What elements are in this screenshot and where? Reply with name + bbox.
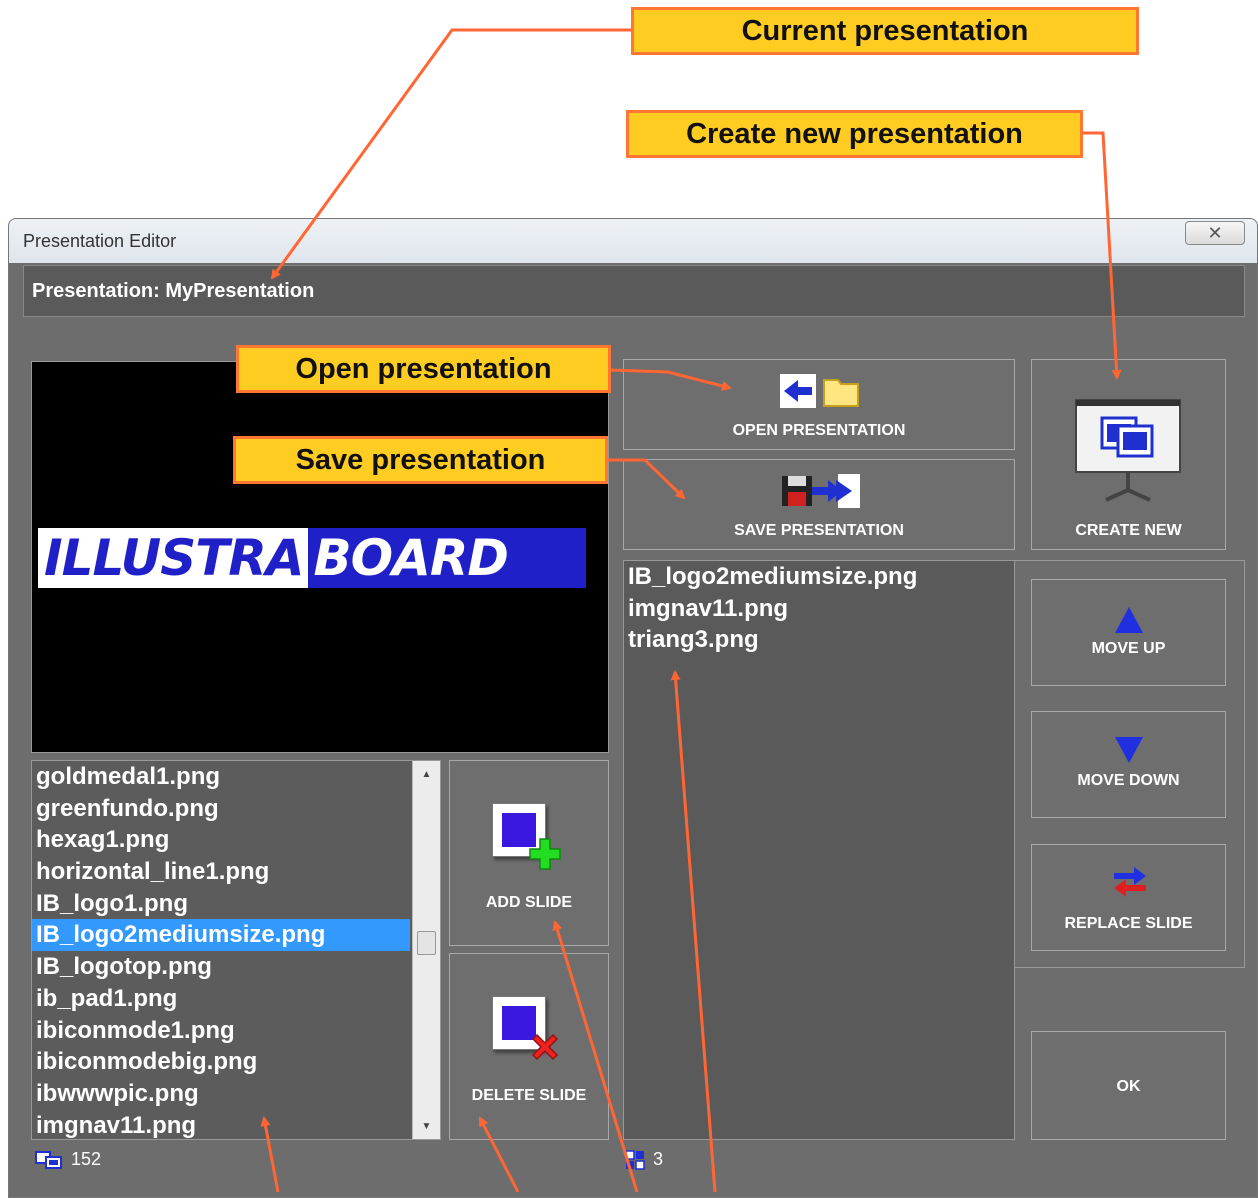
ok-button[interactable]: OK (1031, 1031, 1226, 1140)
callout-create-new-presentation: Create new presentation (626, 110, 1083, 158)
save-presentation-button[interactable]: SAVE PRESENTATION (623, 459, 1015, 550)
open-folder-icon (780, 374, 859, 408)
close-icon: ✕ (1207, 222, 1223, 243)
current-presentation-label: Presentation: MyPresentation (32, 280, 315, 302)
slide-preview: ILLUSTRA BOARD (31, 361, 609, 753)
file-list-item[interactable]: hexag1.png (32, 824, 440, 856)
window-title: Presentation Editor (23, 231, 177, 251)
delete-slide-icon (492, 996, 559, 1061)
swap-arrows-icon (1114, 867, 1146, 897)
file-list-item[interactable]: IB_logotop.png (32, 951, 440, 983)
add-slide-icon (492, 803, 561, 870)
add-slide-label: ADD SLIDE (485, 894, 573, 911)
move-down-button[interactable]: MOVE DOWN (1031, 711, 1226, 818)
presentation-board-icon (1075, 399, 1181, 502)
replace-slide-button[interactable]: REPLACE SLIDE (1031, 844, 1226, 951)
delete-slide-label: DELETE SLIDE (471, 1087, 587, 1104)
save-presentation-label: SAVE PRESENTATION (734, 522, 904, 539)
open-presentation-label: OPEN PRESENTATION (732, 422, 906, 439)
presentation-slide-list[interactable]: IB_logo2mediumsize.png imgnav11.png triang… (623, 560, 1015, 1140)
add-slide-button[interactable]: ADD SLIDE (449, 760, 609, 946)
slide-list-items: IB_logo2mediumsize.png imgnav11.png triang… (624, 561, 1014, 656)
delete-slide-button[interactable]: DELETE SLIDE (449, 953, 609, 1140)
save-disk-icon (782, 474, 860, 508)
callout-save-presentation: Save presentation (233, 436, 608, 484)
callout-open-presentation: Open presentation (236, 345, 611, 393)
move-up-button[interactable]: MOVE UP (1031, 579, 1226, 686)
file-list-item[interactable]: ib_pad1.png (32, 983, 440, 1015)
image-file-list[interactable]: goldmedal1.png greenfundo.png hexag1.png ho… (31, 760, 441, 1140)
file-list-item[interactable]: imgnav11.png (32, 1110, 440, 1139)
file-list-item[interactable]: greenfundo.png (32, 793, 440, 825)
slide-list-item[interactable]: triang3.png (624, 624, 1014, 656)
logo-part-2: BOARD (307, 528, 586, 588)
slide-list-item[interactable]: IB_logo2mediumsize.png (624, 561, 1014, 593)
scroll-thumb[interactable] (417, 931, 436, 955)
move-down-label: MOVE DOWN (1077, 772, 1180, 789)
preview-logo: ILLUSTRA BOARD (38, 528, 586, 588)
callout-current-presentation: Current presentation (631, 7, 1139, 55)
file-list-item[interactable]: ibiconmode1.png (32, 1015, 440, 1047)
slide-count: 3 (653, 1149, 664, 1169)
file-list-item[interactable]: ibwwwpic.png (32, 1078, 440, 1110)
file-list-item[interactable]: ibiconmodebig.png (32, 1046, 440, 1078)
file-count-status: 152 (35, 1149, 101, 1170)
create-new-button[interactable]: CREATE NEW (1031, 359, 1226, 550)
file-list-item[interactable]: IB_logo2mediumsize.png (32, 919, 410, 952)
scroll-up-arrow-icon[interactable]: ▲ (413, 763, 440, 785)
create-new-label: CREATE NEW (1075, 522, 1182, 539)
presentation-editor-window: Presentation Editor ✕ Presentation: MyPr… (8, 218, 1258, 1198)
scroll-down-arrow-icon[interactable]: ▼ (413, 1115, 440, 1137)
grid-icon (625, 1149, 645, 1170)
file-list-item[interactable]: IB_logo1.png (32, 888, 440, 920)
file-list-item[interactable]: horizontal_line1.png (32, 856, 440, 888)
title-bar: Presentation Editor ✕ (9, 219, 1257, 263)
logo-part-1: ILLUSTRA (38, 528, 308, 588)
close-button[interactable]: ✕ (1185, 221, 1245, 245)
arrow-up-icon (1115, 607, 1143, 633)
slide-list-item[interactable]: imgnav11.png (624, 593, 1014, 625)
file-list-items: goldmedal1.png greenfundo.png hexag1.png ho… (32, 761, 440, 1139)
slide-count-status: 3 (625, 1149, 663, 1170)
open-presentation-button[interactable]: OPEN PRESENTATION (623, 359, 1015, 450)
file-count: 152 (71, 1149, 102, 1169)
arrow-down-icon (1115, 737, 1143, 763)
slides-icon (35, 1150, 62, 1169)
move-up-label: MOVE UP (1091, 640, 1166, 657)
file-list-item[interactable]: goldmedal1.png (32, 761, 440, 793)
replace-slide-label: REPLACE SLIDE (1064, 915, 1193, 932)
ok-label: OK (1116, 1078, 1141, 1095)
current-presentation-bar: Presentation: MyPresentation (23, 265, 1245, 317)
file-list-scrollbar[interactable]: ▲ ▼ (412, 761, 440, 1139)
